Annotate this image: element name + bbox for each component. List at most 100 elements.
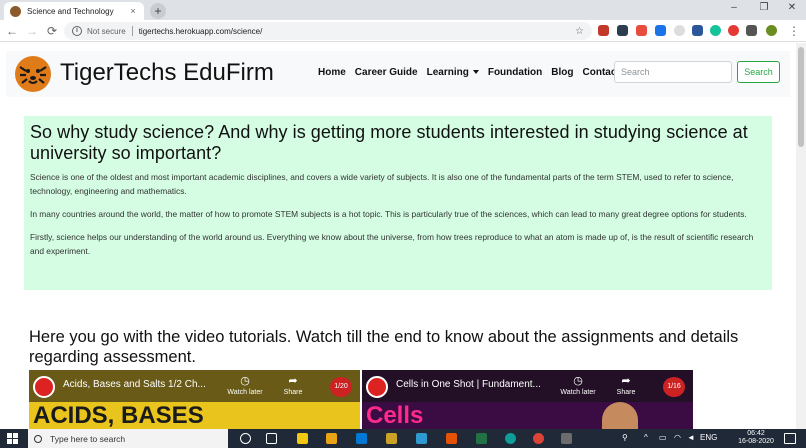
minimize-button[interactable]: – bbox=[724, 2, 744, 13]
nav-career-guide[interactable]: Career Guide bbox=[355, 67, 418, 78]
network-icon[interactable]: ◠ bbox=[674, 433, 681, 442]
app-icon[interactable] bbox=[446, 433, 457, 444]
share-label: Share bbox=[616, 389, 636, 396]
forward-button[interactable]: → bbox=[24, 23, 40, 39]
tiger-logo-icon[interactable] bbox=[14, 55, 52, 93]
video-title[interactable]: Acids, Bases and Salts 1/2 Ch... bbox=[63, 379, 243, 390]
playlist-count-badge[interactable]: 1/20 bbox=[330, 377, 352, 397]
task-view-icon[interactable] bbox=[266, 433, 277, 444]
share-button[interactable]: ➦ Share bbox=[275, 375, 311, 396]
brand-name[interactable]: TigerTechs EduFirm bbox=[60, 59, 274, 87]
nav-blog[interactable]: Blog bbox=[551, 67, 573, 78]
search-input[interactable] bbox=[614, 61, 732, 83]
mail-icon[interactable] bbox=[356, 433, 367, 444]
video-embed[interactable]: Cells Cells in One Shot | Fundament... ◷… bbox=[362, 370, 693, 429]
language-indicator[interactable]: ENG bbox=[700, 433, 717, 442]
security-label: Not secure bbox=[87, 26, 126, 36]
chrome-icon[interactable] bbox=[533, 433, 544, 444]
watch-later-label: Watch later bbox=[227, 389, 263, 396]
grammarly-extension-icon[interactable] bbox=[710, 25, 721, 36]
extension-icon[interactable] bbox=[655, 25, 666, 36]
video-section-heading: Here you go with the video tutorials. Wa… bbox=[29, 328, 739, 366]
extension-icon[interactable] bbox=[598, 25, 609, 36]
watch-later-button[interactable]: ◷ Watch later bbox=[560, 375, 596, 396]
video-embed[interactable]: ACIDS, BASES Acids, Bases and Salts 1/2 … bbox=[29, 370, 360, 429]
taskbar-clock[interactable]: 06:42 16-08-2020 bbox=[736, 430, 776, 446]
playlist-count-badge[interactable]: 1/16 bbox=[663, 377, 685, 397]
caret-down-icon bbox=[472, 70, 479, 75]
app-icon[interactable] bbox=[416, 433, 427, 444]
info-icon[interactable]: i bbox=[72, 26, 82, 36]
extension-icon[interactable] bbox=[617, 25, 628, 36]
clock-icon: ◷ bbox=[240, 375, 250, 387]
site-navbar: TigerTechs EduFirm Home Career Guide Lea… bbox=[6, 51, 790, 97]
page-scrollbar[interactable] bbox=[796, 43, 806, 429]
share-arrow-icon: ➦ bbox=[288, 375, 298, 387]
clock-icon: ◷ bbox=[573, 375, 583, 387]
volume-icon[interactable]: ◄ bbox=[687, 433, 695, 442]
puzzle-extensions-icon[interactable] bbox=[746, 25, 757, 36]
intro-paragraph: Firstly, science helps our understanding… bbox=[30, 232, 754, 256]
tab-title: Science and Technology bbox=[27, 6, 114, 16]
reload-button[interactable]: ⟳ bbox=[44, 23, 60, 39]
intro-heading: So why study science? And why is getting… bbox=[30, 122, 748, 163]
extension-icon[interactable] bbox=[692, 25, 703, 36]
video-thumbnail-text: ACIDS, BASES bbox=[33, 402, 204, 429]
main-nav: Home Career Guide Learning Foundation Bl… bbox=[318, 67, 629, 78]
share-button[interactable]: ➦ Share bbox=[608, 375, 644, 396]
divider bbox=[131, 26, 133, 36]
search-button[interactable]: Search bbox=[737, 61, 780, 83]
app-icon[interactable] bbox=[386, 433, 397, 444]
address-bar[interactable]: i Not secure tigertechs.herokuapp.com/sc… bbox=[64, 22, 592, 40]
url-text[interactable]: tigertechs.herokuapp.com/science/ bbox=[139, 27, 575, 36]
intro-section: So why study science? And why is getting… bbox=[24, 116, 772, 290]
browser-tab[interactable]: Science and Technology × bbox=[4, 2, 144, 20]
nav-learning-dropdown[interactable]: Learning bbox=[427, 67, 479, 78]
windows-start-icon[interactable] bbox=[7, 433, 18, 444]
video-thumbnail-text: Cells bbox=[366, 402, 424, 429]
taskbar-search-box[interactable]: Type here to search bbox=[28, 429, 228, 448]
app-icon[interactable] bbox=[561, 433, 572, 444]
store-icon[interactable] bbox=[297, 433, 308, 444]
restore-button[interactable]: ❐ bbox=[754, 2, 774, 13]
nav-foundation[interactable]: Foundation bbox=[488, 67, 542, 78]
tiger-favicon-icon bbox=[10, 5, 21, 17]
notification-center-icon[interactable] bbox=[784, 433, 796, 444]
person-icon[interactable]: ⚲ bbox=[622, 433, 628, 442]
close-tab-icon[interactable]: × bbox=[128, 6, 138, 16]
search-icon bbox=[34, 434, 42, 443]
channel-logo-icon[interactable] bbox=[366, 376, 388, 398]
app-icon[interactable] bbox=[476, 433, 487, 444]
taskbar-search-placeholder: Type here to search bbox=[50, 433, 126, 444]
extension-icon[interactable] bbox=[728, 25, 739, 36]
share-label: Share bbox=[283, 389, 303, 396]
nav-home[interactable]: Home bbox=[318, 67, 346, 78]
gmail-extension-icon[interactable] bbox=[636, 25, 647, 36]
video-title[interactable]: Cells in One Shot | Fundament... bbox=[396, 379, 576, 390]
file-explorer-icon[interactable] bbox=[326, 433, 337, 444]
channel-logo-icon[interactable] bbox=[33, 376, 55, 398]
battery-icon[interactable]: ▭ bbox=[659, 433, 667, 442]
intro-paragraph: Science is one of the oldest and most im… bbox=[30, 172, 734, 196]
back-button[interactable]: ← bbox=[4, 23, 20, 39]
new-tab-button[interactable]: + bbox=[150, 3, 166, 19]
chevron-up-icon[interactable]: ^ bbox=[644, 433, 648, 442]
clock-time: 06:42 bbox=[747, 430, 765, 437]
extension-icon[interactable] bbox=[674, 25, 685, 36]
intro-paragraph: In many countries around the world, the … bbox=[30, 209, 747, 219]
browser-tabstrip: Science and Technology × + – ❐ ✕ bbox=[0, 0, 806, 20]
close-window-button[interactable]: ✕ bbox=[782, 2, 802, 13]
page-viewport: TigerTechs EduFirm Home Career Guide Lea… bbox=[0, 43, 796, 429]
bookmark-star-icon[interactable]: ☆ bbox=[575, 26, 584, 37]
watch-later-button[interactable]: ◷ Watch later bbox=[227, 375, 263, 396]
browser-menu-icon[interactable]: ⋮ bbox=[786, 23, 802, 39]
scrollbar-thumb[interactable] bbox=[798, 47, 804, 147]
cortana-icon[interactable] bbox=[240, 433, 251, 444]
windows-taskbar: Type here to search ⚲ ^ ▭ ◠ ◄ ENG 06:42 … bbox=[0, 429, 806, 448]
watch-later-label: Watch later bbox=[560, 389, 596, 396]
share-arrow-icon: ➦ bbox=[621, 375, 631, 387]
clock-date: 16-08-2020 bbox=[738, 438, 774, 445]
edge-icon[interactable] bbox=[505, 433, 516, 444]
profile-avatar[interactable] bbox=[766, 25, 777, 36]
nav-learning-label: Learning bbox=[426, 67, 469, 78]
